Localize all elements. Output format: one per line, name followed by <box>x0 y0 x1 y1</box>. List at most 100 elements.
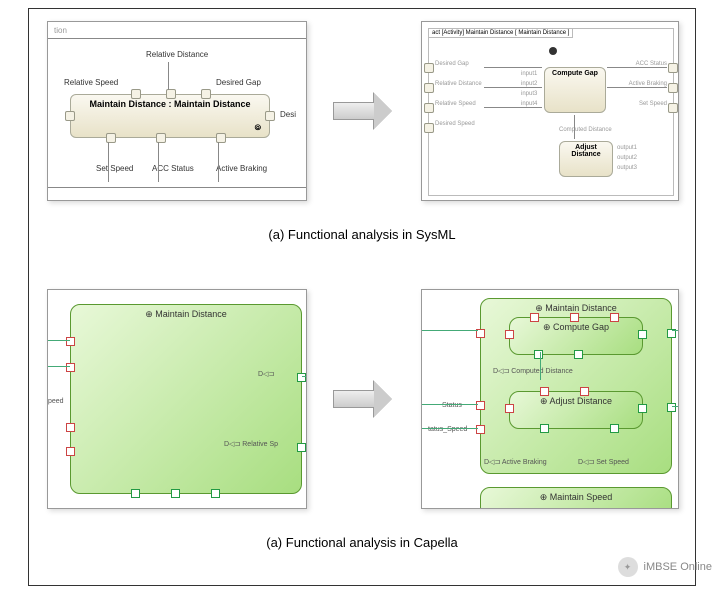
flow-line <box>607 67 667 68</box>
block-title: Maintain Distance : Maintain Distance <box>89 99 250 109</box>
adjust-distance-capella: ⊕ Adjust Distance <box>509 391 643 429</box>
pin-right <box>265 111 275 121</box>
ext-pin <box>424 83 434 93</box>
flow-line <box>574 115 575 139</box>
port-in <box>610 313 619 322</box>
arrow-icon <box>333 390 375 408</box>
port-in <box>580 387 589 396</box>
fragment-text: tion <box>54 26 67 35</box>
activity-frame: act [Activity] Maintain Distance [ Maint… <box>428 28 674 196</box>
label-rel-distance: Relative Distance <box>146 50 208 59</box>
port-in <box>540 387 549 396</box>
port-in <box>530 313 539 322</box>
port-in <box>66 363 75 372</box>
label-set-speed: Set Speed <box>96 164 133 173</box>
flow-line <box>302 376 307 377</box>
flow-line <box>484 87 542 88</box>
pin-left <box>65 111 75 121</box>
label-active-braking: Active Braking <box>216 164 267 173</box>
input-label: input3 <box>521 91 537 97</box>
flow-line <box>672 406 679 407</box>
flow-line <box>484 67 542 68</box>
sysml-left-panel: tion Maintain Distance : Maintain Distan… <box>47 21 307 201</box>
pin-top-2 <box>166 89 176 99</box>
diagram-line <box>168 62 169 90</box>
port-out <box>638 404 647 413</box>
computed-label: D◁⊐ Computed Distance <box>493 367 573 375</box>
flow-line <box>422 404 478 405</box>
port-out <box>534 350 543 359</box>
flow-line <box>484 107 542 108</box>
compute-gap-capella: ⊕ Compute Gap <box>509 317 643 355</box>
pin-label: Relative Distance <box>435 81 482 87</box>
flow-line <box>48 340 70 341</box>
ext-pin <box>668 83 678 93</box>
caption-bottom: (a) Functional analysis in Capella <box>29 535 695 550</box>
port-out <box>297 373 306 382</box>
port-out <box>667 403 676 412</box>
diagram-line <box>48 38 307 39</box>
adjust-distance-block: Adjust Distance <box>559 141 613 177</box>
db-label: D◁⊐ <box>258 370 274 378</box>
diagram-line <box>158 142 159 182</box>
adjust-distance-title: ⊕ Adjust Distance <box>514 396 638 407</box>
capella-left-panel: ⊕ Maintain Distance peed D◁⊐ D◁⊐ Relativ… <box>47 289 307 509</box>
mid-label: Computed Distance <box>559 127 612 133</box>
ext-pin <box>668 103 678 113</box>
flow-line <box>48 366 70 367</box>
active-braking-label: D◁⊐ Active Braking <box>484 458 547 466</box>
flow-line <box>422 428 478 429</box>
port-in <box>505 404 514 413</box>
watermark-text: iMBSE Online <box>644 561 712 573</box>
arrow-bottom <box>333 381 393 417</box>
port-in <box>570 313 579 322</box>
ext-pin <box>668 63 678 73</box>
label-rel-speed: Relative Speed <box>64 78 118 87</box>
arrow-top <box>333 93 393 129</box>
pin-top-1 <box>131 89 141 99</box>
maintain-distance-block: Maintain Distance : Maintain Distance ⦾ <box>70 94 270 138</box>
pin-label: Desired Gap <box>435 61 469 67</box>
caption-top: (a) Functional analysis in SysML <box>29 227 695 242</box>
ext-pin <box>424 63 434 73</box>
arrow-icon <box>333 102 375 120</box>
arrow-head-icon <box>374 93 392 129</box>
port-out <box>131 489 140 498</box>
output-label: output3 <box>617 165 637 171</box>
port-out <box>574 350 583 359</box>
capella-right-panel: ⊕ Maintain Distance ⊕ Compute Gap ⊕ Adju… <box>421 289 679 509</box>
activity-tab: act [Activity] Maintain Distance [ Maint… <box>428 28 573 38</box>
flow-line <box>672 330 679 331</box>
diagram-line <box>48 187 307 188</box>
rake-icon: ⦾ <box>255 123 261 133</box>
compute-gap-title: ⊕ Compute Gap <box>514 322 638 333</box>
maintain-speed-block: ⊕ Maintain Speed <box>480 487 672 509</box>
outer-capella-block: ⊕ Maintain Distance ⊕ Compute Gap ⊕ Adju… <box>480 298 672 474</box>
port-out <box>610 424 619 433</box>
flow-line <box>422 330 478 331</box>
port-out <box>211 489 220 498</box>
port-in <box>476 425 485 434</box>
port-in <box>66 447 75 456</box>
adjust-distance-title: Adjust Distance <box>571 144 600 158</box>
pin-label: Relative Speed <box>435 101 476 107</box>
pin-top-3 <box>201 89 211 99</box>
diagram-line <box>218 142 219 182</box>
label-desi: Desi <box>280 110 296 119</box>
ext-pin <box>424 103 434 113</box>
port-out <box>171 489 180 498</box>
port-out <box>297 443 306 452</box>
input-label: input1 <box>521 71 537 77</box>
compute-gap-title: Compute Gap <box>552 70 598 77</box>
capella-title: ⊕ Maintain Distance <box>75 309 297 320</box>
output-label: output2 <box>617 155 637 161</box>
cut-label-right: D◁⊐ Relative Sp <box>224 440 278 448</box>
watermark: ✦ iMBSE Online <box>618 557 712 577</box>
pin-label: Set Speed <box>639 101 667 107</box>
arrow-head-icon <box>374 381 392 417</box>
port-in <box>66 337 75 346</box>
port-in <box>66 423 75 432</box>
port-in <box>476 401 485 410</box>
set-speed-label: D◁⊐ Set Speed <box>578 458 629 466</box>
pin-label: Desired Speed <box>435 121 475 127</box>
